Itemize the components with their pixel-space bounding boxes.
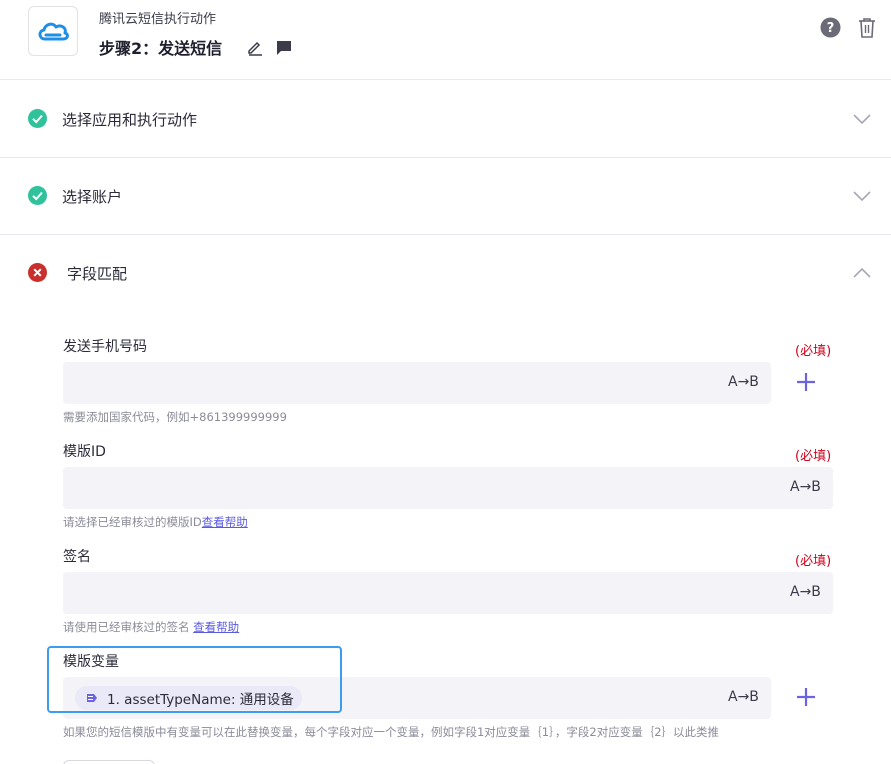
tencent-cloud-icon	[38, 22, 69, 41]
field-hint-text: 请使用已经审核过的签名	[63, 620, 190, 634]
template-id-input[interactable]: A→B	[63, 467, 833, 509]
required-badge: (必填)	[795, 554, 832, 569]
section-title: 选择账户	[62, 188, 123, 206]
section-title: 字段匹配	[67, 265, 128, 283]
add-icon[interactable]	[795, 371, 817, 393]
required-badge: (必填)	[795, 449, 832, 464]
edit-icon[interactable]	[246, 38, 264, 56]
continue-button[interactable]	[63, 760, 155, 764]
error-circle-icon	[28, 263, 47, 282]
svg-text:?: ?	[827, 21, 835, 36]
help-link[interactable]: 查看帮助	[202, 515, 248, 529]
required-badge: (必填)	[795, 344, 832, 359]
step-title: 步骤2：发送短信	[99, 39, 223, 58]
field-label-template-id: 模版ID	[63, 444, 106, 460]
check-circle-icon	[28, 186, 47, 205]
help-icon[interactable]: ?	[820, 17, 841, 38]
field-hint: 如果您的短信模版中有变量可以在此替换变量，每个字段对应一个变量，例如字段1对应变…	[63, 725, 720, 739]
app-name: 腾讯云短信执行动作	[99, 12, 217, 27]
field-label-phone: 发送手机号码	[63, 339, 147, 355]
app-logo	[28, 6, 78, 56]
field-map-toggle[interactable]: A→B	[728, 374, 759, 390]
chevron-up-icon[interactable]	[852, 266, 872, 280]
field-hint: 请选择已经审核过的模版ID查看帮助	[63, 514, 248, 530]
chevron-down-icon[interactable]	[852, 112, 872, 126]
check-circle-icon	[28, 109, 47, 128]
section-select-app[interactable]: 选择应用和执行动作	[0, 80, 891, 158]
field-hint-text: 请选择已经审核过的模版ID	[63, 515, 202, 529]
field-hint: 需要添加国家代码，例如+861399999999	[63, 410, 287, 424]
selection-highlight	[47, 646, 342, 713]
field-map-toggle[interactable]: A→B	[728, 689, 759, 705]
help-link[interactable]: 查看帮助	[193, 620, 239, 634]
field-map-toggle[interactable]: A→B	[790, 584, 821, 600]
field-label-signature: 签名	[63, 549, 91, 565]
section-select-account[interactable]: 选择账户	[0, 158, 891, 235]
comment-icon[interactable]	[275, 39, 293, 57]
chevron-down-icon[interactable]	[852, 189, 872, 203]
trash-icon[interactable]	[857, 17, 877, 39]
phone-input[interactable]: A→B	[63, 362, 771, 404]
field-hint: 请使用已经审核过的签名 查看帮助	[63, 619, 239, 635]
signature-input[interactable]: A→B	[63, 572, 833, 614]
step-header: 腾讯云短信执行动作 步骤2：发送短信 ?	[0, 0, 891, 80]
field-map-toggle[interactable]: A→B	[790, 479, 821, 495]
add-icon[interactable]	[795, 686, 817, 708]
section-title: 选择应用和执行动作	[62, 111, 198, 129]
